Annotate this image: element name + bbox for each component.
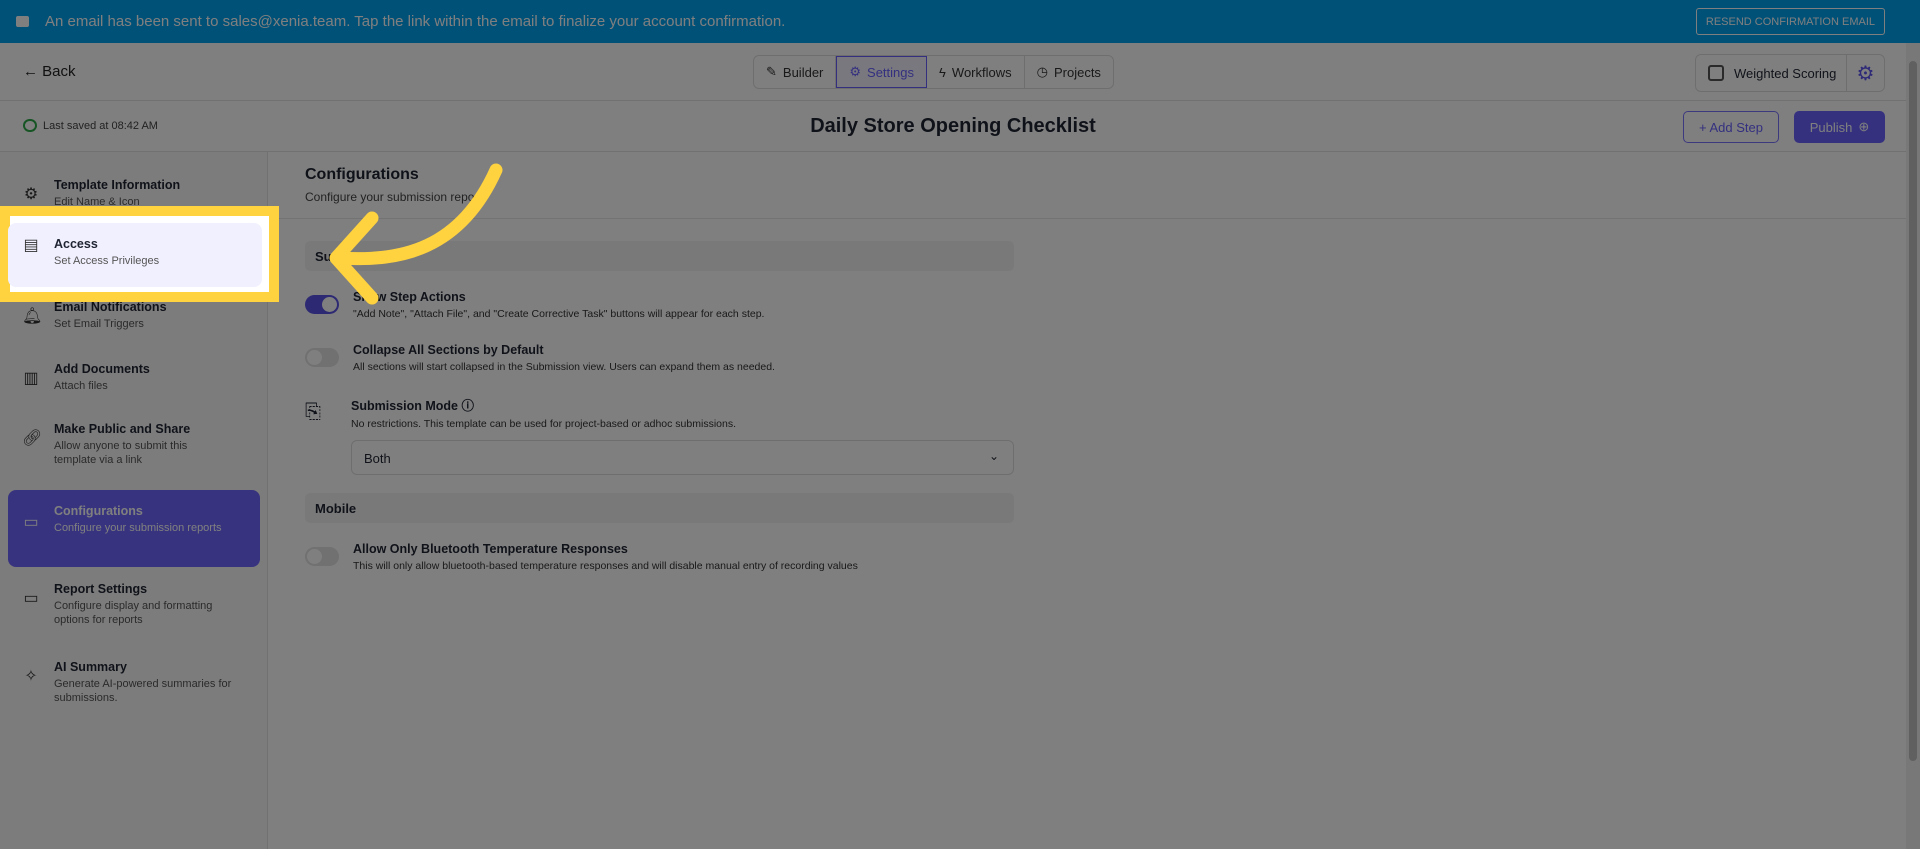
pointer-arrow-icon <box>329 163 503 305</box>
